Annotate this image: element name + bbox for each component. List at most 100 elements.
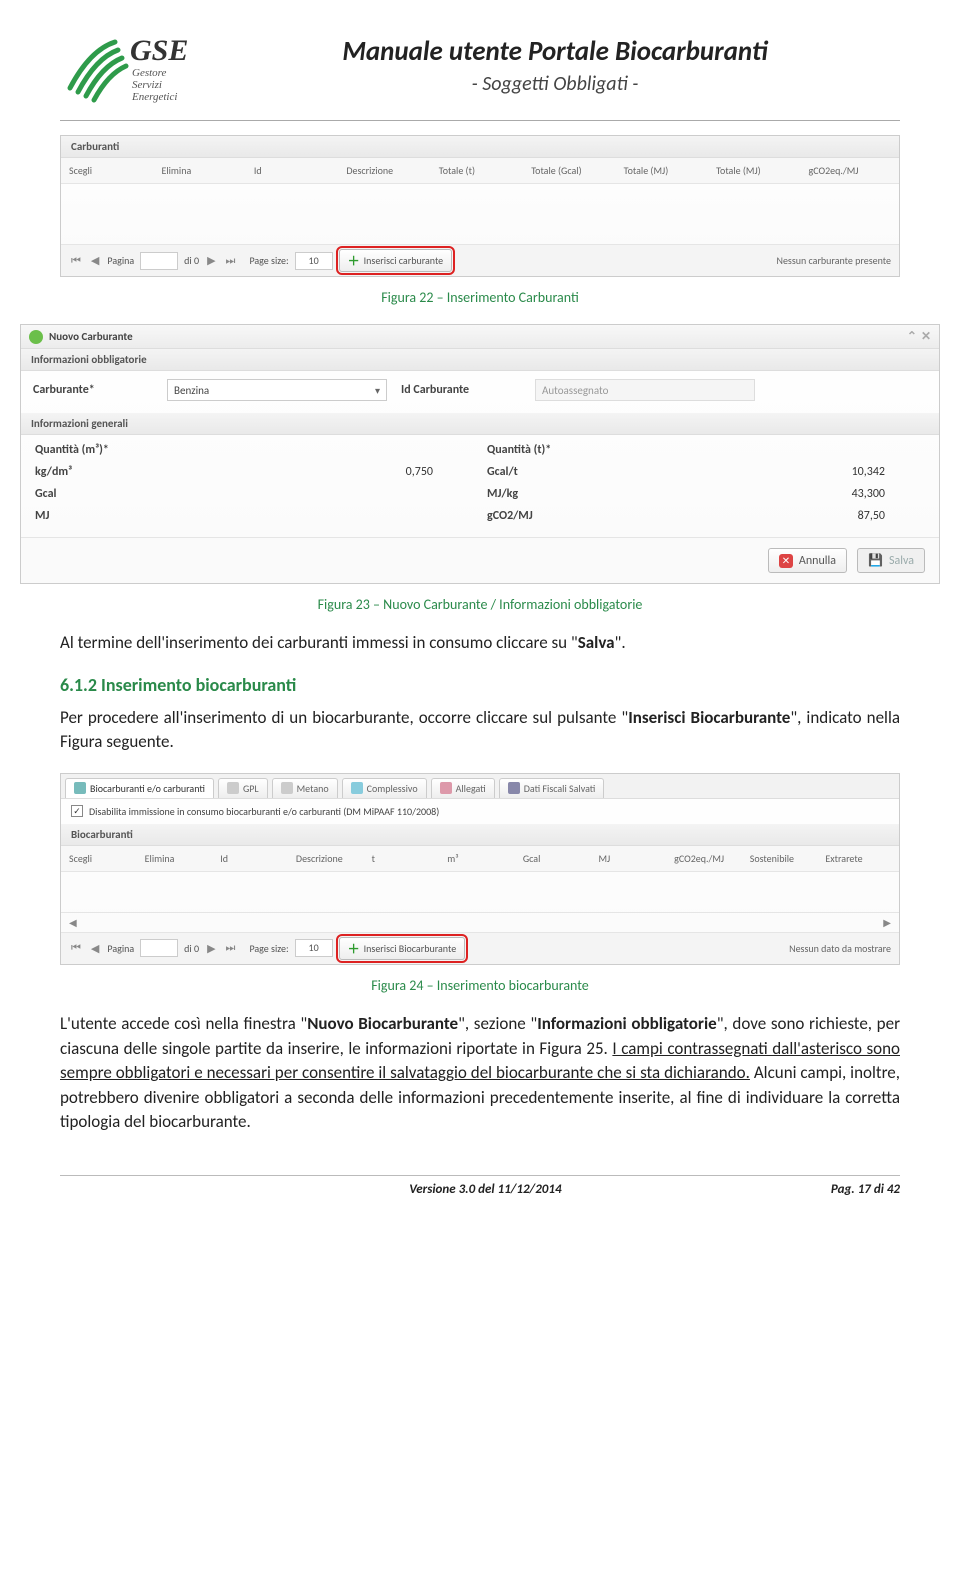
clip-icon <box>440 782 452 794</box>
col3-gco2: gCO2eq./MJ <box>674 852 740 865</box>
col-scegli: Scegli <box>69 164 151 177</box>
empty-message: Nessun dato da mostrare <box>789 942 891 955</box>
val-gcalt: 10,342 <box>631 465 925 479</box>
page-of: di 0 <box>184 254 199 267</box>
nav-first-icon[interactable]: ⏮ <box>69 254 83 268</box>
col3-descrizione: Descrizione <box>296 852 362 865</box>
col3-id: Id <box>220 852 286 865</box>
col-totale-mj: Totale (MJ) <box>624 164 706 177</box>
para-inserimento-bio: Per procedere all'inserimento di un bioc… <box>60 706 900 755</box>
footer-page: Pag. 17 di 42 <box>831 1182 900 1197</box>
lbl-gco2mj: gCO2/MJ <box>487 509 617 523</box>
col3-extrarete: Extrarete <box>825 852 891 865</box>
save-button[interactable]: 💾Salva <box>857 548 925 573</box>
pagesize-select[interactable]: 10 <box>295 939 333 957</box>
pagesize-label: Page size: <box>249 254 288 267</box>
lbl-kgdm3: kg/dm³ <box>35 465 165 479</box>
col-elimina: Elimina <box>161 164 243 177</box>
header-divider <box>60 120 900 121</box>
svg-text:Servizi: Servizi <box>132 79 162 91</box>
plus-icon: ＋ <box>348 940 360 957</box>
section-obbligatorie: Informazioni obbligatorie <box>21 349 939 371</box>
col-id: Id <box>254 164 336 177</box>
doc-subtitle: - Soggetti Obbligati - <box>210 72 900 96</box>
logo-text-gse: GSE <box>130 34 188 67</box>
gpl-icon <box>227 782 239 794</box>
pagesize-label: Page size: <box>249 942 288 955</box>
val-mjkg: 43,300 <box>631 487 925 501</box>
globe-icon <box>351 782 363 794</box>
plus-circle-icon <box>29 330 43 344</box>
flask-icon <box>74 782 86 794</box>
plus-icon: ＋ <box>348 252 360 269</box>
screenshot-biocarburanti-grid: Biocarburanti e/o carburanti GPL Metano … <box>60 773 900 965</box>
close-icon[interactable]: ✕ <box>921 329 931 344</box>
scroll-right-icon[interactable]: ▶ <box>883 916 891 929</box>
nav-last-icon[interactable]: ⏭ <box>224 941 238 955</box>
heading-6-1-2: 6.1.2 Inserimento biocarburanti <box>60 674 900 696</box>
insert-biocarburante-label: Inserisci Biocarburante <box>364 942 457 955</box>
doc-header: GSE Gestore Servizi Energetici Manuale u… <box>60 30 900 110</box>
para-after-fig23: Al termine dell'inserimento dei carburan… <box>60 631 900 656</box>
tab-biocarburanti[interactable]: Biocarburanti e/o carburanti <box>65 778 214 798</box>
ss3-footer: ⏮ ◀ Pagina di 0 ▶ ⏭ Page size: 10 ＋Inser… <box>61 932 899 964</box>
empty-message: Nessun carburante presente <box>776 254 891 267</box>
label-id-carburante: Id Carburante <box>401 383 521 397</box>
val-kgdm3: 0,750 <box>179 465 473 479</box>
col3-m3: m³ <box>447 852 513 865</box>
col3-elimina: Elimina <box>145 852 211 865</box>
ss3-columns: Scegli Elimina Id Descrizione t m³ Gcal … <box>61 846 899 872</box>
subtab-biocarburanti: Biocarburanti <box>61 824 899 846</box>
nav-first-icon[interactable]: ⏮ <box>69 941 83 955</box>
label-carburante: Carburante* <box>33 383 153 397</box>
tab-gpl[interactable]: GPL <box>218 778 268 798</box>
field-id-carburante: Autoassegnato <box>535 379 755 401</box>
svg-text:Gestore: Gestore <box>132 67 167 79</box>
pagesize-select[interactable]: 10 <box>295 252 333 270</box>
page-current[interactable] <box>140 939 178 957</box>
insert-biocarburante-button[interactable]: ＋ Inserisci Biocarburante <box>339 937 466 960</box>
save-icon <box>508 782 520 794</box>
lbl-quantita-t: Quantità (t)* <box>487 443 617 457</box>
col-totale-t: Totale (t) <box>439 164 521 177</box>
caption-fig23: Figura 23 – Nuovo Carburante / Informazi… <box>60 596 900 613</box>
tab-complessivo[interactable]: Complessivo <box>342 778 427 798</box>
lbl-quantita-m3: Quantità (m³)* <box>35 443 165 457</box>
nav-prev-icon[interactable]: ◀ <box>89 254 101 267</box>
page-of: di 0 <box>184 942 199 955</box>
page-current[interactable] <box>140 252 178 270</box>
col3-scegli: Scegli <box>69 852 135 865</box>
col3-mj: MJ <box>598 852 664 865</box>
nav-next-icon[interactable]: ▶ <box>205 942 217 955</box>
disable-checkbox[interactable]: ✓ <box>71 805 83 817</box>
nav-next-icon[interactable]: ▶ <box>205 254 217 267</box>
screenshot-nuovo-carburante: Nuovo Carburante ⌃ ✕ Informazioni obbliga… <box>20 324 940 584</box>
insert-carburante-button[interactable]: ＋ Inserisci carburante <box>339 249 453 272</box>
info-grid: Quantità (m³)* Quantità (t)* kg/dm³ 0,750… <box>21 435 939 537</box>
col3-t: t <box>372 852 438 865</box>
nav-last-icon[interactable]: ⏭ <box>224 254 238 268</box>
disk-icon: 💾 <box>868 553 883 568</box>
select-carburante[interactable]: Benzina▾ <box>167 379 387 401</box>
chevron-down-icon: ▾ <box>375 384 380 397</box>
tab-dati-fiscali[interactable]: Dati Fiscali Salvati <box>499 778 605 798</box>
x-icon: ✕ <box>779 554 793 568</box>
dialog-title: Nuovo Carburante <box>49 330 133 343</box>
insert-carburante-label: Inserisci carburante <box>364 254 444 267</box>
lbl-gcalt: Gcal/t <box>487 465 617 479</box>
collapse-icon[interactable]: ⌃ <box>907 329 917 344</box>
para-after-fig24: L'utente accede così nella finestra "Nuo… <box>60 1012 900 1135</box>
page-footer: Versione 3.0 del 11/12/2014 Pag. 17 di 4… <box>60 1175 900 1197</box>
tab-bar: Biocarburanti e/o carburanti GPL Metano … <box>61 774 899 799</box>
tab-allegati[interactable]: Allegati <box>431 778 495 798</box>
gse-logo: GSE Gestore Servizi Energetici <box>60 30 210 110</box>
tab-metano[interactable]: Metano <box>272 778 338 798</box>
scroll-left-icon[interactable]: ◀ <box>69 916 77 929</box>
cancel-label: Annulla <box>799 554 836 568</box>
svg-text:Energetici: Energetici <box>131 91 177 103</box>
lbl-mjkg: MJ/kg <box>487 487 617 501</box>
section-generali: Informazioni generali <box>21 413 939 435</box>
nav-prev-icon[interactable]: ◀ <box>89 942 101 955</box>
cancel-button[interactable]: ✕ Annulla <box>768 548 847 573</box>
screenshot-carburanti-grid: Carburanti Scegli Elimina Id Descrizione… <box>60 135 900 277</box>
